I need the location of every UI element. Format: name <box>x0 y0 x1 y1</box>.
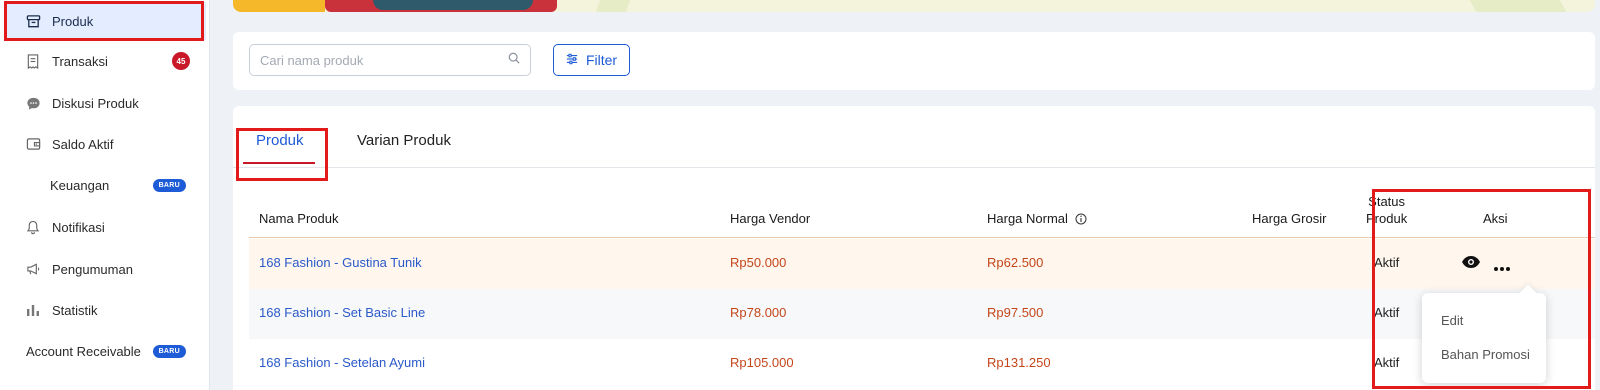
sidebar-item-keuangan[interactable]: Keuangan BARU <box>6 166 206 204</box>
sidebar-item-pengumuman[interactable]: Pengumuman <box>6 250 206 288</box>
sidebar-item-label: Pengumuman <box>52 261 133 277</box>
tab-produk[interactable]: Produk <box>256 132 304 149</box>
sidebar-item-label: Transaksi <box>52 53 108 69</box>
status-text: Aktif <box>1374 355 1400 370</box>
product-table-panel: Produk Varian Produk Nama Produk Harga V… <box>233 106 1595 390</box>
bell-icon <box>24 218 42 236</box>
column-header-label: Status <box>1368 194 1406 209</box>
sidebar-item-label: Keuangan <box>50 177 110 193</box>
table-row: 168 Fashion - Set Basic Line Rp78.000 Rp… <box>249 289 1595 339</box>
notification-count-badge: 45 <box>172 52 190 70</box>
product-name-link[interactable]: 168 Fashion - Setelan Ayumi <box>259 355 425 370</box>
column-header-label: Harga Normal <box>987 211 1068 226</box>
archive-box-icon <box>24 12 42 30</box>
sidebar-item-diskusi-produk[interactable]: Diskusi Produk <box>6 84 206 122</box>
row-actions-menu: Edit Bahan Promosi <box>1422 284 1546 383</box>
sidebar-item-account-receivable[interactable]: Account Receivable BARU <box>6 332 206 370</box>
status-text: Aktif <box>1374 305 1400 320</box>
new-badge: BARU <box>152 178 186 192</box>
sidebar-item-label: Diskusi Produk <box>52 95 139 111</box>
table-row: 168 Fashion - Setelan Ayumi Rp105.000 Rp… <box>249 339 1595 389</box>
status-text: Aktif <box>1374 255 1400 270</box>
sidebar-item-label: Produk <box>52 13 94 29</box>
normal-price: Rp131.250 <box>987 355 1051 370</box>
chat-bubble-icon <box>24 94 42 112</box>
normal-price: Rp62.500 <box>987 255 1044 270</box>
column-header-harga-grosir: Harga Grosir <box>1252 211 1327 226</box>
sidebar: Produk Transaksi 45 Diskusi Produk Saldo… <box>0 0 210 390</box>
receipt-icon <box>24 52 42 70</box>
sidebar-item-produk[interactable]: Produk <box>6 2 206 40</box>
column-header-harga-vendor: Harga Vendor <box>730 211 811 226</box>
sidebar-item-label: Notifikasi <box>52 219 105 235</box>
bar-chart-icon <box>24 301 42 319</box>
info-icon[interactable] <box>1075 213 1087 228</box>
table-header: Nama Produk Harga Vendor Harga Normal Ha… <box>249 168 1595 238</box>
search-box <box>249 44 531 76</box>
column-header-nama-produk: Nama Produk <box>259 211 339 226</box>
table-row: 168 Fashion - Gustina Tunik Rp50.000 Rp6… <box>249 239 1595 289</box>
sidebar-item-label: Saldo Aktif <box>52 136 114 152</box>
sidebar-item-notifikasi[interactable]: Notifikasi <box>6 208 206 246</box>
column-header-status-produk: Status Produk <box>1366 193 1407 227</box>
filter-button-label: Filter <box>585 52 618 68</box>
search-icon[interactable] <box>508 51 520 69</box>
megaphone-icon <box>24 260 42 278</box>
new-badge: BARU <box>152 344 186 358</box>
tab-varian-produk[interactable]: Varian Produk <box>357 132 451 149</box>
menu-item-bahan-promosi[interactable]: Bahan Promosi <box>1422 339 1546 369</box>
sidebar-item-saldo-aktif[interactable]: Saldo Aktif <box>6 125 206 163</box>
active-tab-indicator <box>243 162 315 164</box>
more-options-icon[interactable] <box>1493 260 1511 275</box>
sliders-icon <box>566 52 586 68</box>
tab-bar: Produk Varian Produk <box>233 106 1595 168</box>
wallet-icon <box>24 135 42 153</box>
column-header-harga-normal: Harga Normal <box>987 211 1087 228</box>
sidebar-item-label: Statistik <box>52 302 98 318</box>
promo-banner <box>233 0 1595 12</box>
menu-item-edit[interactable]: Edit <box>1422 305 1546 335</box>
sidebar-item-transaksi[interactable]: Transaksi 45 <box>6 42 206 80</box>
column-header-label: Produk <box>1366 211 1408 226</box>
filter-button[interactable]: Filter <box>553 44 630 76</box>
sidebar-item-statistik[interactable]: Statistik <box>6 291 206 329</box>
vendor-price: Rp105.000 <box>730 355 794 370</box>
normal-price: Rp97.500 <box>987 305 1044 320</box>
search-panel: Filter <box>233 32 1595 90</box>
column-header-aksi: Aksi <box>1483 211 1508 226</box>
sidebar-item-label: Account Receivable <box>26 343 141 359</box>
product-name-link[interactable]: 168 Fashion - Set Basic Line <box>259 305 425 320</box>
vendor-price: Rp78.000 <box>730 305 787 320</box>
vendor-price: Rp50.000 <box>730 255 787 270</box>
search-input[interactable] <box>260 52 508 68</box>
product-name-link[interactable]: 168 Fashion - Gustina Tunik <box>259 255 422 270</box>
view-eye-icon[interactable] <box>1461 254 1481 273</box>
